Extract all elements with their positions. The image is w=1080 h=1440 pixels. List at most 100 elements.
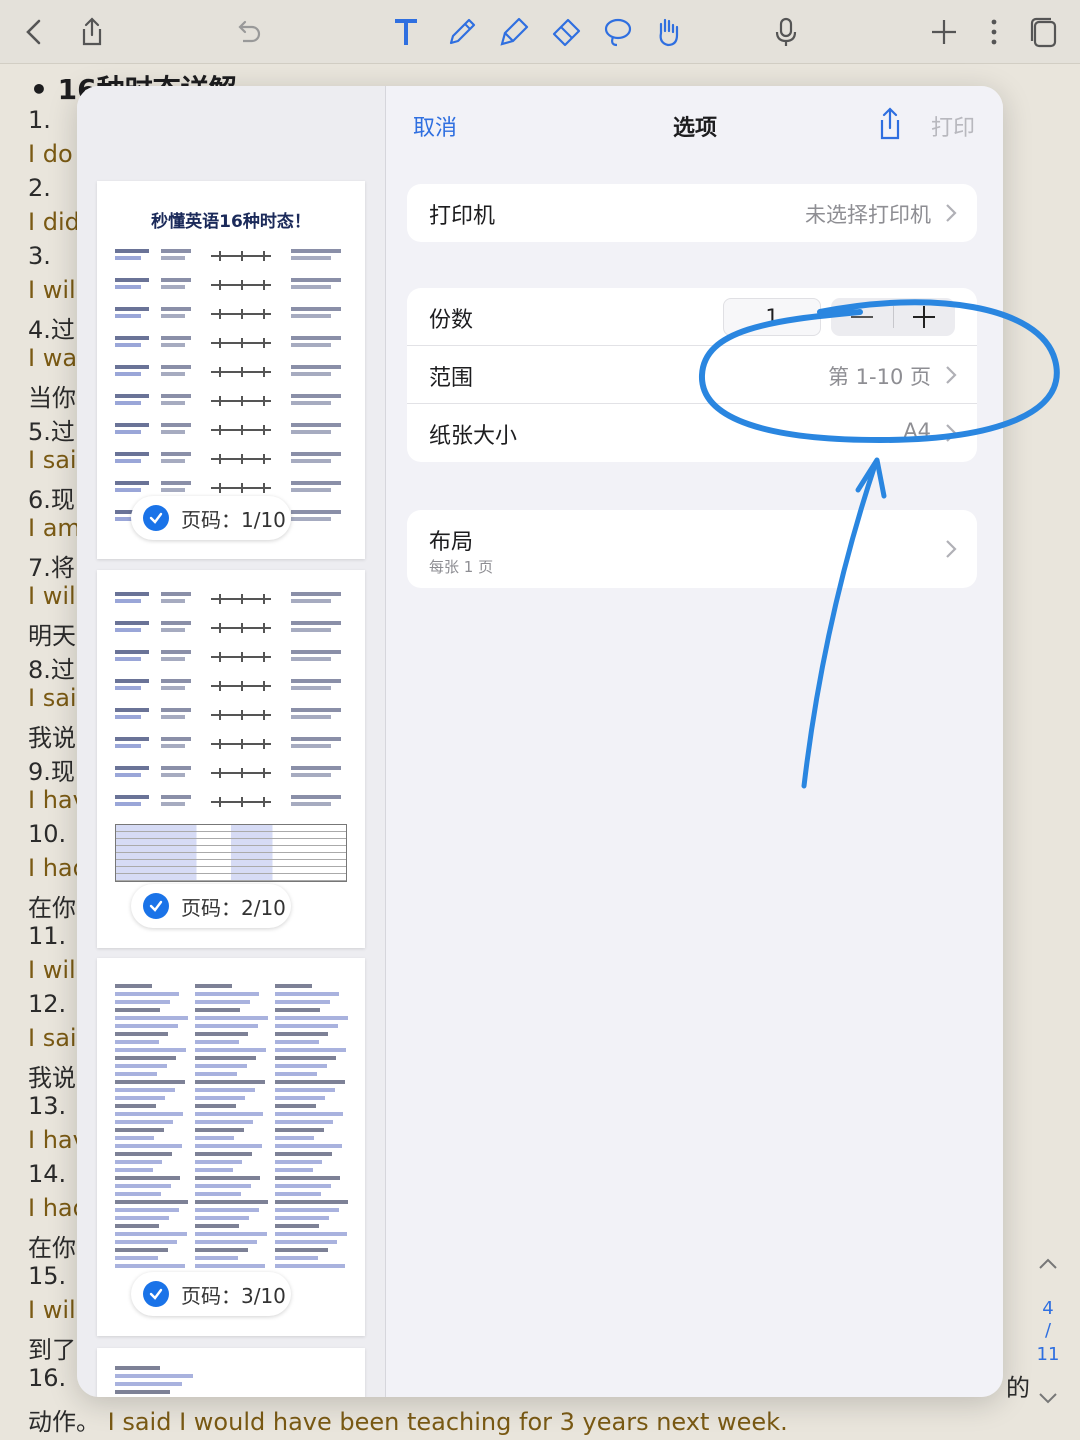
document-line: 15. bbox=[28, 1262, 67, 1290]
preview-table bbox=[115, 824, 347, 882]
preview-column bbox=[115, 984, 189, 1272]
page-badge-2[interactable]: 页码：2/10 bbox=[131, 884, 291, 928]
copies-label: 份数 bbox=[429, 308, 474, 333]
page-separator: / bbox=[1044, 1320, 1052, 1341]
copies-row: 份数 1 bbox=[407, 288, 977, 346]
stepper-divider bbox=[893, 306, 894, 328]
document-line: 5.过 bbox=[28, 418, 75, 446]
document-line: I do bbox=[28, 140, 73, 168]
document-line: 11. bbox=[28, 922, 67, 950]
print-preview-pane[interactable]: 秒懂英语16种时态！ 页码：1/10 页码：2/10 页码：3/10 bbox=[77, 86, 386, 1397]
highlighter-icon[interactable] bbox=[494, 12, 534, 52]
current-page-number: 4 bbox=[1042, 1298, 1054, 1319]
document-line: 我说 bbox=[28, 1064, 76, 1092]
print-options-sheet: 秒懂英语16种时态！ 页码：1/10 页码：2/10 页码：3/10 取消 选项… bbox=[77, 86, 1003, 1397]
share-icon[interactable] bbox=[72, 12, 112, 52]
preview-row bbox=[115, 619, 347, 637]
pen-icon[interactable] bbox=[442, 12, 482, 52]
printer-value: 未选择打印机 bbox=[805, 203, 931, 227]
preview-row bbox=[115, 392, 347, 410]
preview-row bbox=[115, 677, 347, 695]
copies-count-field[interactable]: 1 bbox=[723, 298, 821, 336]
copies-stepper[interactable] bbox=[831, 298, 955, 336]
document-line: 7.将 bbox=[28, 554, 75, 582]
preview-page-4[interactable] bbox=[97, 1348, 365, 1397]
page-badge-3[interactable]: 页码：3/10 bbox=[131, 1272, 291, 1316]
printer-label: 打印机 bbox=[429, 204, 496, 229]
print-options-pane: 取消 选项 打印 打印机 未选择打印机 份数 1 范围 第 1-10 页 纸张大… bbox=[387, 86, 1003, 1397]
preview-row bbox=[115, 276, 347, 294]
page-icon[interactable] bbox=[1024, 12, 1064, 52]
document-line: 3. bbox=[28, 242, 51, 270]
share-icon[interactable] bbox=[873, 106, 907, 142]
add-icon[interactable] bbox=[924, 12, 964, 52]
more-icon[interactable] bbox=[974, 12, 1014, 52]
hand-icon[interactable] bbox=[648, 12, 688, 52]
chevron-up-icon[interactable] bbox=[1036, 1252, 1060, 1276]
document-line: 2. bbox=[28, 174, 51, 202]
eraser-icon[interactable] bbox=[546, 12, 586, 52]
sheet-header: 取消 选项 打印 bbox=[387, 86, 1003, 162]
document-line: 12. bbox=[28, 990, 67, 1018]
paper-size-row[interactable]: 纸张大小 A4 bbox=[407, 404, 977, 462]
chevron-right-icon bbox=[946, 204, 957, 222]
page-badge-label: 页码：2/10 bbox=[181, 895, 286, 920]
print-button[interactable]: 打印 bbox=[931, 110, 975, 142]
checkmark-icon bbox=[143, 1281, 169, 1307]
document-line: I am bbox=[28, 514, 81, 542]
preview-row bbox=[115, 247, 347, 265]
document-right-fragment: 的 bbox=[1006, 1374, 1030, 1402]
preview-row bbox=[115, 363, 347, 381]
paper-size-value: A4 bbox=[903, 419, 931, 443]
printer-row[interactable]: 打印机 未选择打印机 bbox=[407, 184, 977, 242]
document-line: I will bbox=[28, 582, 83, 610]
preview-row bbox=[115, 334, 347, 352]
minus-icon[interactable] bbox=[851, 316, 873, 318]
printer-group: 打印机 未选择打印机 bbox=[407, 184, 977, 242]
document-line: I will bbox=[28, 956, 83, 984]
text-tool-icon[interactable] bbox=[386, 12, 426, 52]
document-line: 10. bbox=[28, 820, 67, 848]
preview-row bbox=[115, 479, 347, 497]
bottom-en-text: I said I would have been teaching for 3 … bbox=[107, 1408, 788, 1436]
document-line: 到了 bbox=[28, 1336, 76, 1364]
preview-row bbox=[115, 735, 347, 753]
document-line: I sai bbox=[28, 446, 77, 474]
layout-group: 布局 每张 1 页 bbox=[407, 510, 977, 588]
preview-row bbox=[115, 764, 347, 782]
preview-page-title: 秒懂英语16种时态！ bbox=[151, 212, 311, 232]
preview-row bbox=[115, 421, 347, 439]
plus-icon-stem[interactable] bbox=[923, 306, 925, 328]
layout-subtitle: 每张 1 页 bbox=[429, 558, 494, 576]
chevron-right-icon bbox=[946, 366, 957, 384]
preview-column bbox=[275, 984, 349, 1272]
undo-icon[interactable] bbox=[228, 12, 268, 52]
print-settings-group: 份数 1 范围 第 1-10 页 纸张大小 A4 bbox=[407, 288, 977, 462]
document-line: I did bbox=[28, 208, 80, 236]
page-badge-label: 页码：1/10 bbox=[181, 507, 286, 532]
checkmark-icon bbox=[143, 505, 169, 531]
preview-column bbox=[115, 1366, 205, 1397]
bottom-zh-text: 动作。 bbox=[28, 1408, 100, 1436]
back-icon[interactable] bbox=[14, 12, 54, 52]
page-indicator: 4 / 11 bbox=[1028, 1252, 1068, 1428]
document-line: 明天 bbox=[28, 622, 76, 650]
document-line: 13. bbox=[28, 1092, 67, 1120]
microphone-icon[interactable] bbox=[766, 12, 806, 52]
layout-label: 布局 bbox=[429, 530, 474, 555]
total-page-number: 11 bbox=[1036, 1344, 1060, 1365]
document-line: 16. bbox=[28, 1364, 67, 1392]
chevron-right-icon bbox=[946, 540, 957, 558]
document-line: I will bbox=[28, 276, 83, 304]
document-line: I sai bbox=[28, 1024, 77, 1052]
chevron-down-icon[interactable] bbox=[1036, 1386, 1060, 1410]
document-line: 14. bbox=[28, 1160, 67, 1188]
preview-row bbox=[115, 648, 347, 666]
layout-row[interactable]: 布局 每张 1 页 bbox=[407, 510, 977, 588]
document-line: 在你 bbox=[28, 894, 76, 922]
page-badge-1[interactable]: 页码：1/10 bbox=[131, 496, 291, 540]
range-row[interactable]: 范围 第 1-10 页 bbox=[407, 346, 977, 404]
document-line: 当你 bbox=[28, 384, 76, 412]
document-line: 6.现 bbox=[28, 486, 75, 514]
lasso-icon[interactable] bbox=[598, 12, 638, 52]
